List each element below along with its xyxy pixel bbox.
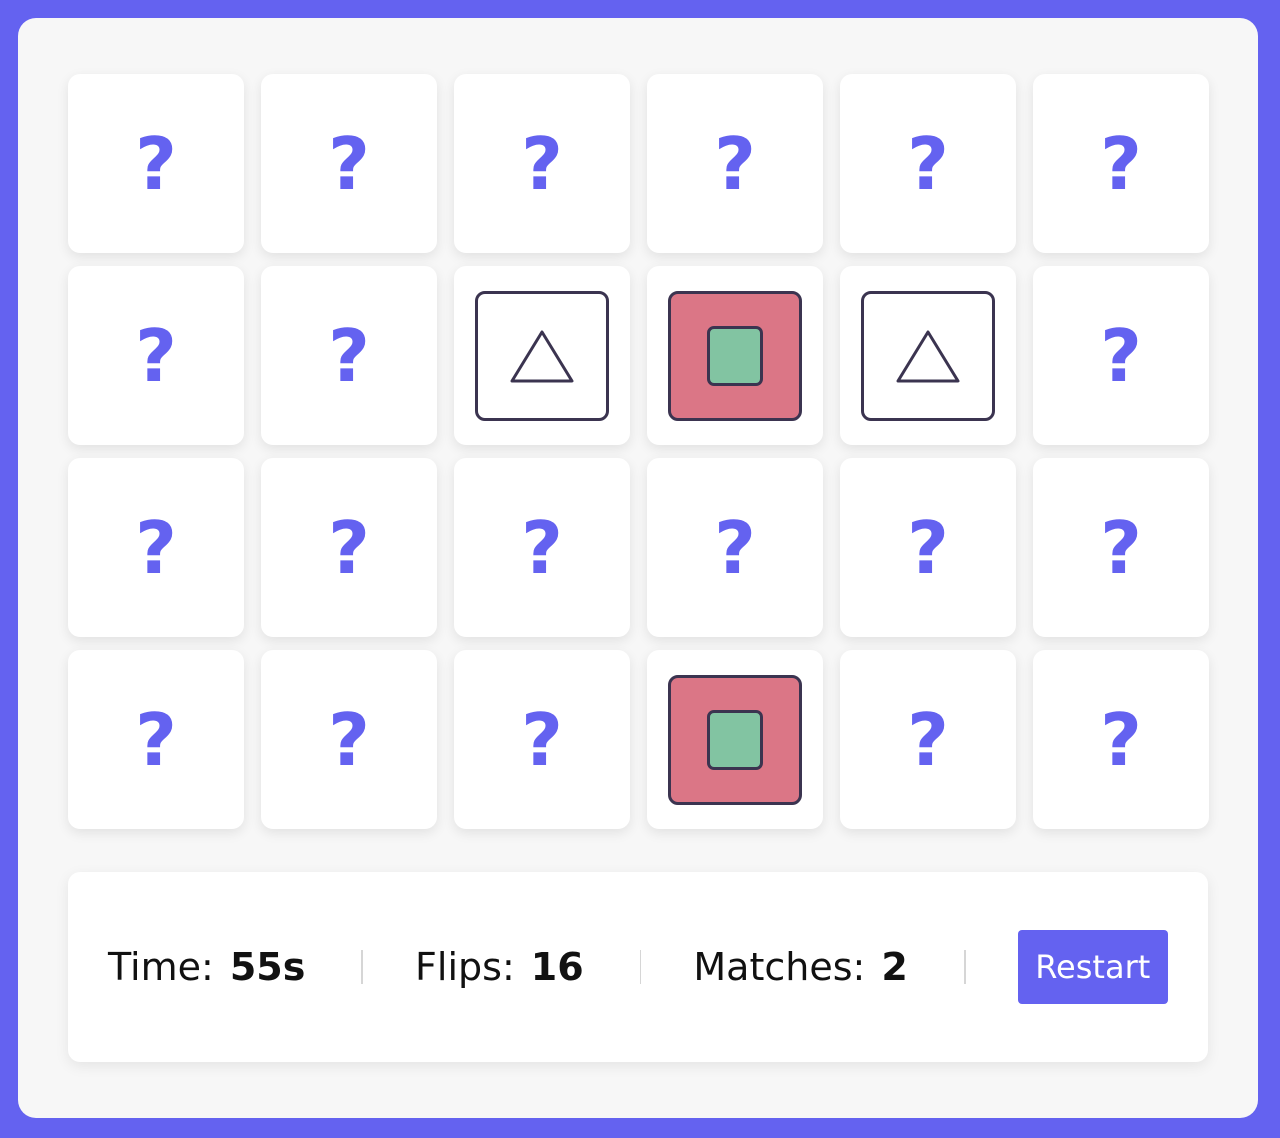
restart-button[interactable]: Restart: [1017, 930, 1169, 1004]
card-r4-c2[interactable]: ?: [261, 650, 437, 829]
card-r2-c2[interactable]: ?: [261, 266, 437, 445]
card-r2-c5[interactable]: [840, 266, 1016, 445]
question-mark-icon: ?: [521, 121, 563, 206]
question-mark-icon: ?: [1100, 313, 1142, 398]
divider: [361, 950, 364, 984]
question-mark-icon: ?: [328, 505, 370, 590]
stats-bar: Time: 55s Flips: 16 Matches: 2 Restart: [68, 872, 1208, 1062]
question-mark-icon: ?: [135, 505, 177, 590]
card-face: [668, 674, 802, 805]
question-mark-icon: ?: [521, 505, 563, 590]
question-mark-icon: ?: [135, 697, 177, 782]
card-grid: ????????????????????: [68, 74, 1209, 829]
flips-stat: Flips: 16: [415, 945, 584, 989]
question-mark-icon: ?: [1100, 697, 1142, 782]
card-r3-c6[interactable]: ?: [1033, 458, 1209, 637]
flips-value: 16: [530, 945, 584, 989]
card-r3-c2[interactable]: ?: [261, 458, 437, 637]
question-mark-icon: ?: [328, 313, 370, 398]
question-mark-icon: ?: [135, 313, 177, 398]
question-mark-icon: ?: [907, 121, 949, 206]
divider: [963, 950, 966, 984]
time-value: 55s: [229, 945, 306, 989]
card-r2-c3[interactable]: [454, 266, 630, 445]
time-stat: Time: 55s: [108, 945, 305, 989]
question-mark-icon: ?: [907, 505, 949, 590]
card-r1-c3[interactable]: ?: [454, 74, 630, 253]
question-mark-icon: ?: [714, 121, 756, 206]
card-r1-c5[interactable]: ?: [840, 74, 1016, 253]
card-r2-c6[interactable]: ?: [1033, 266, 1209, 445]
triangle-icon: [510, 330, 574, 382]
card-r4-c4[interactable]: [647, 650, 823, 829]
triangle-icon: [896, 330, 960, 382]
card-face: [861, 290, 995, 421]
matches-value: 2: [881, 945, 908, 989]
card-r2-c4[interactable]: [647, 266, 823, 445]
question-mark-icon: ?: [135, 121, 177, 206]
card-r1-c6[interactable]: ?: [1033, 74, 1209, 253]
green-square-on-red-icon: [707, 325, 763, 386]
question-mark-icon: ?: [714, 505, 756, 590]
card-face: [668, 290, 802, 421]
flips-label: Flips:: [415, 945, 515, 989]
card-r1-c1[interactable]: ?: [68, 74, 244, 253]
card-r2-c1[interactable]: ?: [68, 266, 244, 445]
card-r1-c2[interactable]: ?: [261, 74, 437, 253]
card-r1-c4[interactable]: ?: [647, 74, 823, 253]
question-mark-icon: ?: [328, 121, 370, 206]
green-square-on-red-icon: [707, 709, 763, 770]
question-mark-icon: ?: [1100, 505, 1142, 590]
game-panel: ???????????????????? Time: 55s Flips: 16…: [18, 18, 1258, 1118]
card-r3-c1[interactable]: ?: [68, 458, 244, 637]
matches-stat: Matches: 2: [693, 945, 907, 989]
card-r3-c5[interactable]: ?: [840, 458, 1016, 637]
question-mark-icon: ?: [521, 697, 563, 782]
question-mark-icon: ?: [328, 697, 370, 782]
time-label: Time:: [108, 945, 214, 989]
question-mark-icon: ?: [1100, 121, 1142, 206]
card-r3-c4[interactable]: ?: [647, 458, 823, 637]
divider: [639, 950, 642, 984]
card-r3-c3[interactable]: ?: [454, 458, 630, 637]
card-r4-c1[interactable]: ?: [68, 650, 244, 829]
card-r4-c3[interactable]: ?: [454, 650, 630, 829]
matches-label: Matches:: [693, 945, 866, 989]
card-r4-c6[interactable]: ?: [1033, 650, 1209, 829]
question-mark-icon: ?: [907, 697, 949, 782]
card-face: [475, 290, 609, 421]
card-r4-c5[interactable]: ?: [840, 650, 1016, 829]
